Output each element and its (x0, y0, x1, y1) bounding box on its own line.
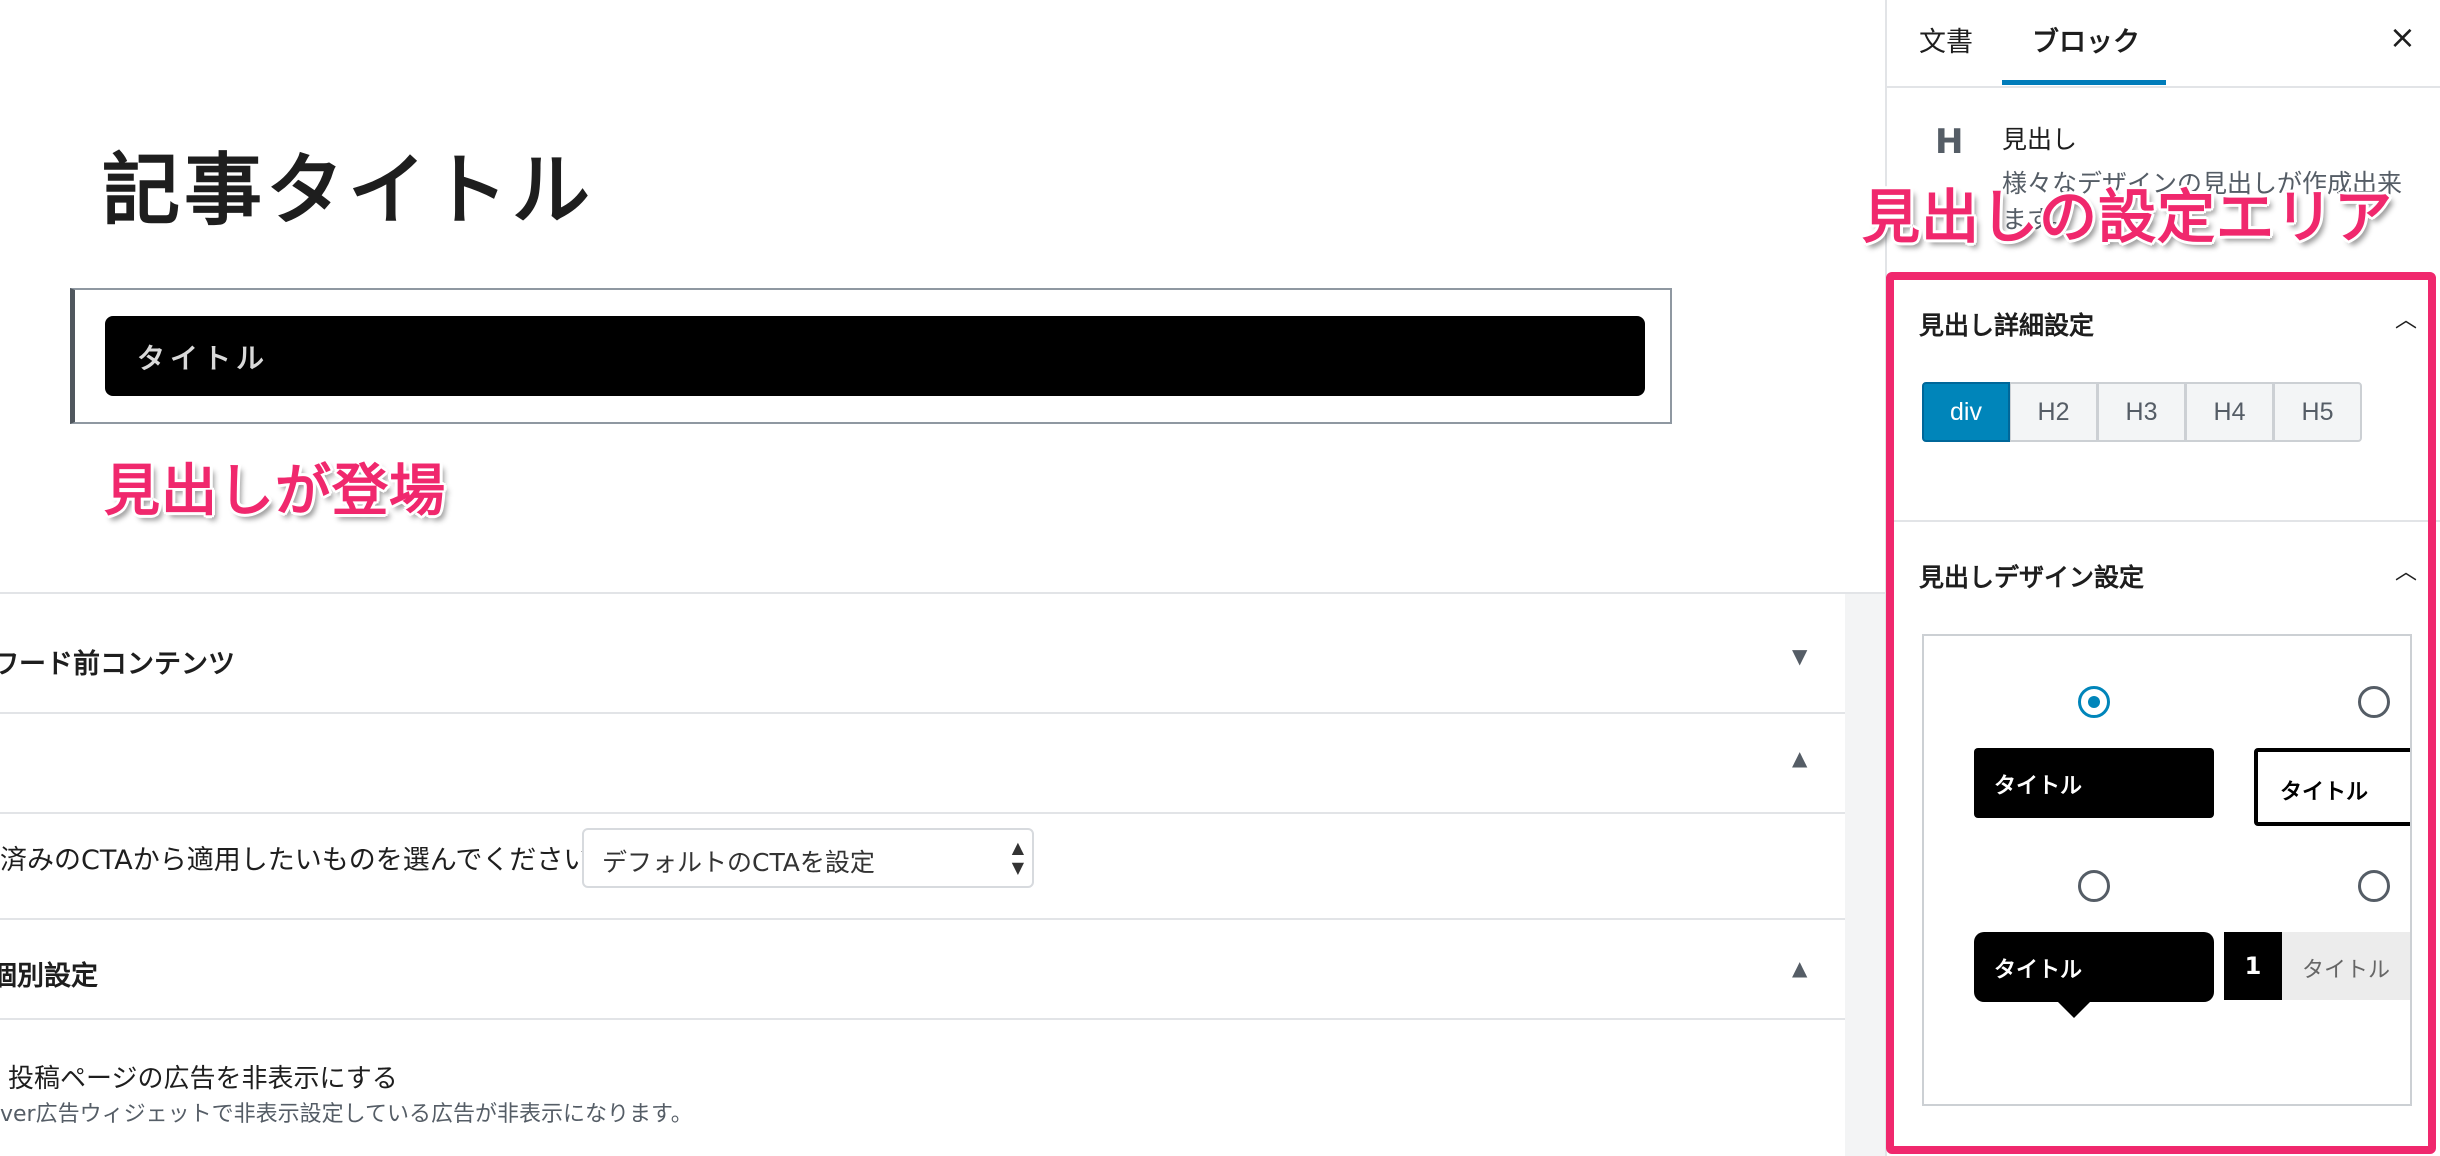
design-sample-1[interactable]: タイトル (1974, 748, 2214, 818)
heading-design-picker: タイトル タイトル タイトル 1 タイトル (1922, 634, 2412, 1106)
hide-ads-description: ver広告ウィジェットで非表示設定している広告が非表示になります。 (0, 1102, 693, 1127)
block-card-title: 見出し (2002, 125, 2078, 154)
tab-document[interactable]: 文書 (1919, 20, 1973, 59)
sidebar-tabs: 文書 ブロック × (1887, 0, 2440, 88)
design-sample-3[interactable]: タイトル (1974, 932, 2214, 1002)
tag-button-h3[interactable]: H3 (2098, 382, 2186, 442)
caret-up-icon[interactable]: ▲ (1792, 746, 1807, 770)
hide-ads-checkbox-label[interactable]: 投稿ページの広告を非表示にする (8, 1058, 398, 1095)
section-divider (1887, 520, 2440, 522)
meta-panel-cta[interactable]: ▲ (0, 714, 1845, 814)
heading-block[interactable]: タイトル (70, 288, 1672, 424)
tag-button-h5[interactable]: H5 (2274, 382, 2362, 442)
editor-canvas: 記事タイトル タイトル 見出しが登場 ワード前コンテンツ ▼ ▲ 済みのCTAか… (0, 0, 1885, 1156)
caret-up-icon[interactable]: ▲ (1792, 956, 1807, 980)
heading-tag-selector: div H2 H3 H4 H5 (1922, 382, 2362, 442)
design-sample-4-number: 1 (2224, 932, 2282, 1000)
design-radio-4[interactable] (2358, 870, 2390, 902)
tab-block[interactable]: ブロック (2032, 20, 2140, 59)
design-sample-2[interactable]: タイトル (2254, 748, 2410, 826)
design-radio-2[interactable] (2358, 686, 2390, 718)
section-title-heading-detail[interactable]: 見出し詳細設定 (1919, 306, 2094, 342)
speech-bubble-tail (2056, 1000, 2092, 1018)
heading-block-text[interactable]: タイトル (137, 337, 269, 377)
heading-block-icon: H (1935, 122, 1964, 162)
close-icon[interactable]: × (2389, 18, 2416, 56)
active-tab-indicator (2002, 80, 2166, 85)
cta-row-divider (0, 814, 1845, 920)
design-radio-1[interactable] (2078, 686, 2110, 718)
design-radio-3[interactable] (2078, 870, 2110, 902)
meta-scroll-fade (1845, 594, 1885, 1156)
tag-button-h2[interactable]: H2 (2010, 382, 2098, 442)
tag-button-h4[interactable]: H4 (2186, 382, 2274, 442)
heading-block-bar: タイトル (105, 316, 1645, 396)
caret-down-icon[interactable]: ▼ (1792, 644, 1807, 668)
chevron-up-icon[interactable]: ︿ (2395, 554, 2417, 586)
chevron-up-icon[interactable]: ︿ (2395, 302, 2417, 334)
panel-title-individual-settings: 個別設定 (0, 961, 98, 992)
callout-settings-area: 見出しの設定エリア (1862, 183, 2394, 251)
tag-button-div[interactable]: div (1922, 382, 2010, 442)
callout-heading-appears: 見出しが登場 (104, 459, 446, 524)
design-sample-4[interactable]: 1 タイトル (2224, 932, 2410, 1000)
meta-panel-individual-settings[interactable]: 個別設定 ▲ (0, 920, 1845, 1020)
design-sample-4-label: タイトル (2302, 958, 2391, 983)
panel-title-before-content: ワード前コンテンツ (0, 649, 235, 680)
section-title-heading-design[interactable]: 見出しデザイン設定 (1919, 558, 2144, 594)
post-title[interactable]: 記事タイトル (102, 128, 594, 240)
meta-panel-before-content[interactable]: ワード前コンテンツ ▼ (0, 592, 1845, 714)
